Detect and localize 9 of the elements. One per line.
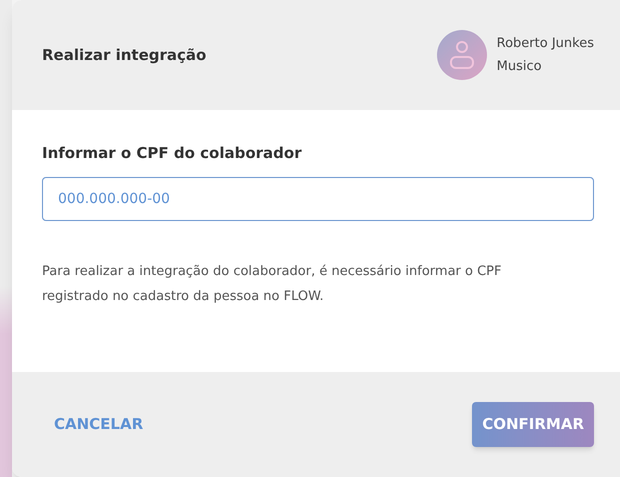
user-role: Musico — [496, 58, 543, 76]
help-text: Para realizar a integração do colaborador, é necessário informar o CPF registrado no cadastro da pessoa no FLOW. — [42, 262, 502, 306]
field-label: Informar o CPF do colaborador — [42, 143, 303, 164]
dialog-title: Realizar integração — [42, 44, 206, 66]
cpf-input[interactable]: 000.000.000-00 — [42, 176, 594, 220]
confirm-button[interactable]: CONFIRMAR — [472, 402, 594, 447]
avatar-icon — [436, 30, 487, 80]
cancel-button[interactable]: CANCELAR — [42, 405, 156, 444]
user-name: Roberto Junkes — [496, 34, 594, 52]
